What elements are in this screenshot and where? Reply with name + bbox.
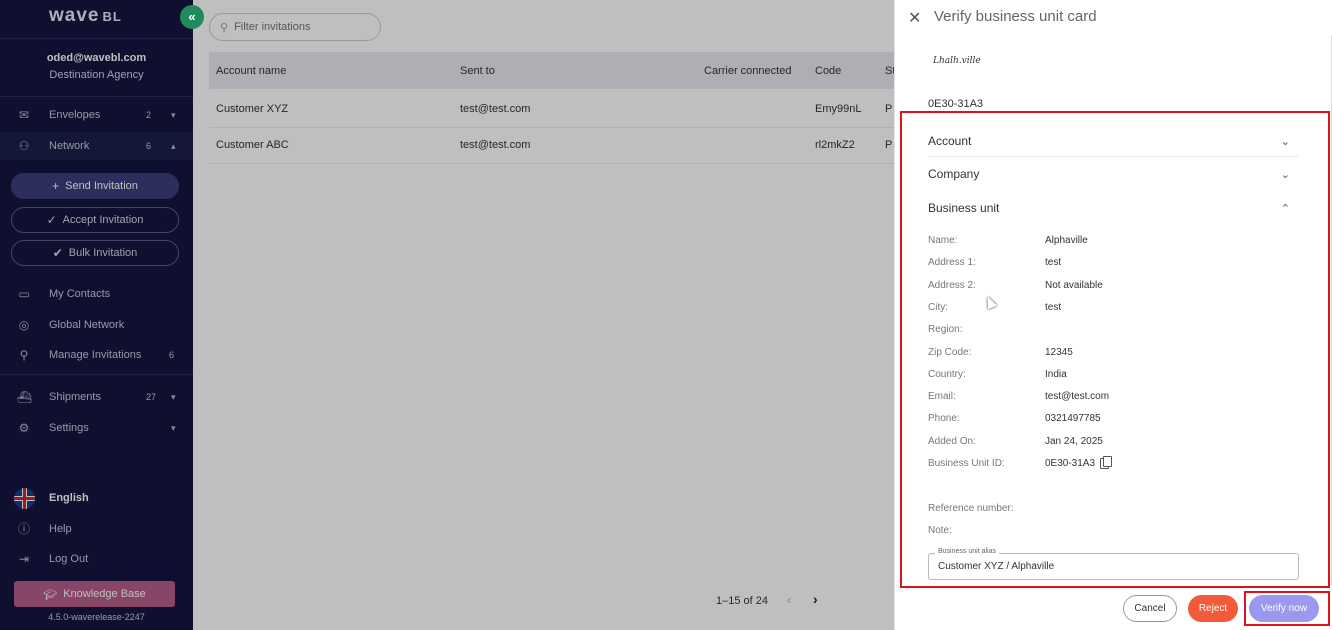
accordion-business-unit[interactable]: Business unit ⌃ [928, 192, 1298, 224]
verify-drawer: ✕ Verify business unit card Lhalh.ville … [894, 0, 1332, 630]
verify-now-button[interactable]: Verify now [1249, 595, 1319, 622]
collapse-sidebar-button[interactable]: « [180, 5, 204, 29]
chevron-down-icon: ⌄ [1280, 168, 1290, 181]
accordion-label: Company [928, 167, 980, 181]
reference-label: Reference number: [928, 503, 1014, 514]
detail-value: Alphaville [1045, 235, 1088, 246]
detail-value: test [1045, 302, 1062, 313]
detail-value: 12345 [1045, 347, 1073, 358]
detail-label: Business Unit ID: [928, 458, 1005, 469]
detail-label: Country: [928, 369, 966, 380]
accordion-label: Account [928, 134, 972, 148]
detail-value: India [1045, 369, 1067, 380]
detail-label: Added On: [928, 436, 976, 447]
alias-input[interactable] [938, 561, 1288, 572]
note-label: Note: [928, 525, 952, 536]
detail-label: Address 1: [928, 257, 976, 268]
detail-label: Name: [928, 235, 958, 246]
unit-code: 0E30-31A3 [928, 98, 984, 110]
chevron-up-icon: ⌃ [1280, 202, 1290, 215]
detail-value: 0321497785 [1045, 413, 1101, 424]
business-unit-alias-field[interactable]: Business unit alias [928, 548, 1299, 580]
detail-value: test [1045, 257, 1062, 268]
modal-overlay[interactable] [0, 0, 894, 630]
business-unit-logo: Lhalh.ville [933, 56, 981, 66]
detail-label: Email: [928, 391, 956, 402]
detail-label: Address 2: [928, 280, 976, 291]
detail-value: test@test.com [1045, 391, 1110, 402]
accordion-account[interactable]: Account ⌄ [928, 125, 1298, 157]
alias-label: Business unit alias [935, 548, 999, 555]
detail-label: Phone: [928, 413, 960, 424]
detail-value: Not available [1045, 280, 1103, 291]
chevron-down-icon: ⌄ [1280, 135, 1290, 148]
accordion-company[interactable]: Company ⌄ [928, 158, 1298, 190]
detail-label: Region: [928, 324, 963, 335]
detail-label: City: [928, 302, 948, 313]
detail-label: Zip Code: [928, 347, 972, 358]
drawer-title: Verify business unit card [934, 8, 1097, 25]
cancel-button[interactable]: Cancel [1123, 595, 1177, 622]
reject-button[interactable]: Reject [1188, 595, 1238, 622]
detail-value: Jan 24, 2025 [1045, 436, 1103, 447]
detail-value: 0E30-31A3 [1045, 458, 1096, 469]
divider [928, 156, 1298, 157]
close-icon[interactable]: ✕ [908, 8, 921, 28]
copy-icon[interactable] [1100, 456, 1112, 469]
accordion-label: Business unit [928, 201, 1000, 215]
